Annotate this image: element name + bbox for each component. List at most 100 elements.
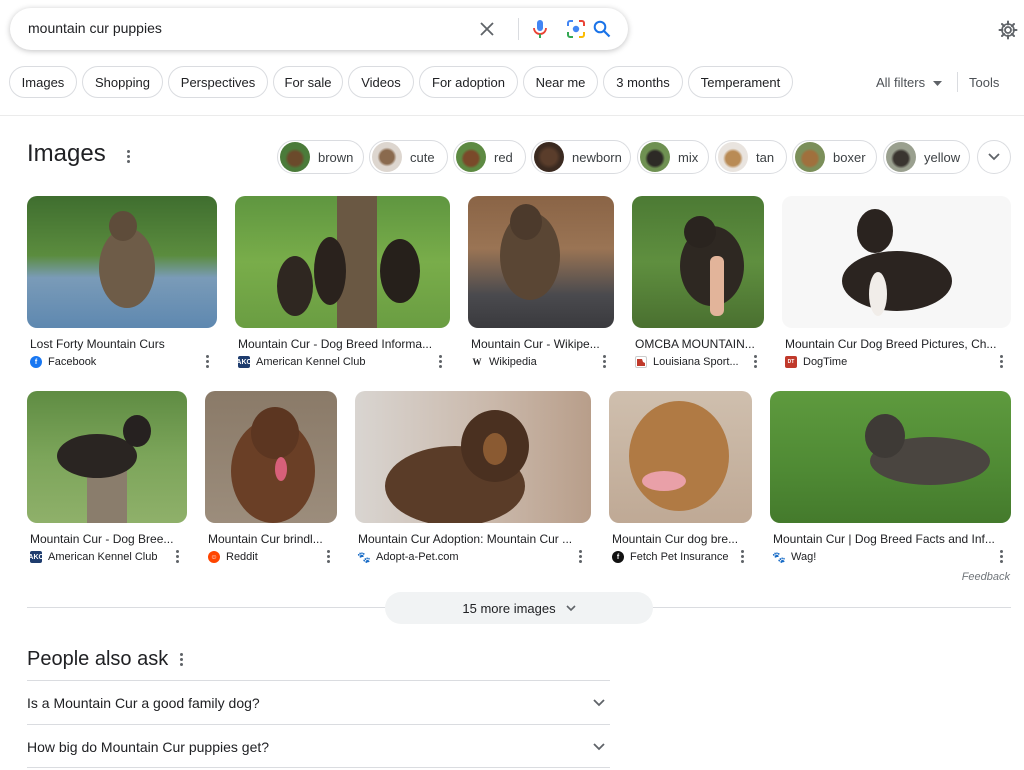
result-more-icon[interactable] (436, 355, 444, 368)
result-image[interactable] (632, 196, 764, 328)
filter-chip-3-months[interactable]: 3 months (603, 66, 683, 98)
result-more-icon[interactable] (173, 550, 181, 563)
result-title[interactable]: Mountain Cur - Dog Breed Informa... (238, 337, 445, 351)
fetch-icon: f (612, 551, 624, 563)
result-source[interactable]: f Fetch Pet Insurance (612, 551, 728, 563)
header-divider (0, 115, 1024, 116)
close-icon[interactable] (475, 17, 499, 41)
result-more-icon[interactable] (576, 550, 584, 563)
result-title[interactable]: Mountain Cur dog bre... (612, 532, 748, 546)
image-result-card[interactable]: Mountain Cur - Dog Breed Informa... AKC … (235, 196, 450, 372)
related-chip-boxer[interactable]: boxer (792, 140, 877, 174)
result-more-icon[interactable] (600, 355, 608, 368)
paa-question-text: How big do Mountain Cur puppies get? (27, 738, 270, 755)
result-title[interactable]: Lost Forty Mountain Curs (30, 337, 210, 351)
images-section-title: Images (27, 140, 106, 167)
result-more-icon[interactable] (997, 355, 1005, 368)
filter-chip-for-adoption[interactable]: For adoption (419, 66, 518, 98)
paa-question[interactable]: How big do Mountain Cur puppies get? (27, 724, 610, 768)
akc-icon: AKC (28, 551, 44, 563)
result-source[interactable]: 🐾 Wag! (772, 551, 817, 564)
result-title[interactable]: Mountain Cur - Wikipe... (471, 337, 609, 351)
feedback-link[interactable]: Feedback (962, 571, 1010, 583)
related-chip-red[interactable]: red (453, 140, 526, 174)
chip-thumbnail (372, 142, 402, 172)
result-image[interactable] (235, 196, 450, 328)
chevron-down-icon (593, 698, 605, 706)
result-source[interactable]: Louisiana Sport... (635, 356, 739, 368)
result-image[interactable] (27, 391, 187, 523)
result-more-icon[interactable] (203, 355, 211, 368)
filter-chip-images[interactable]: Images (9, 66, 77, 98)
result-more-icon[interactable] (324, 550, 332, 563)
lens-icon[interactable] (564, 17, 588, 41)
result-image[interactable] (468, 196, 614, 328)
paa-question-text: Is a Mountain Cur a good family dog? (27, 694, 260, 711)
image-result-card[interactable]: Mountain Cur Adoption: Mountain Cur ... … (355, 391, 591, 567)
related-chip-brown[interactable]: brown (277, 140, 364, 174)
filter-chip-shopping[interactable]: Shopping (82, 66, 163, 98)
search-input[interactable]: mountain cur puppies (28, 20, 162, 36)
image-result-card[interactable]: Mountain Cur - Dog Bree... AKC American … (27, 391, 187, 567)
result-source[interactable]: f Facebook (30, 356, 96, 368)
result-image[interactable] (355, 391, 591, 523)
all-filters-button[interactable]: All filters (876, 75, 943, 90)
search-icon[interactable] (590, 17, 614, 41)
filter-chip-near-me[interactable]: Near me (523, 66, 598, 98)
result-image[interactable] (27, 196, 217, 328)
result-source-label: DogTime (803, 356, 848, 368)
related-chip-yellow[interactable]: yellow (883, 140, 970, 174)
image-result-card[interactable]: Mountain Cur brindl... ☺ Reddit (205, 391, 337, 567)
more-images-button[interactable]: 15 more images (385, 592, 653, 624)
paa-more-icon[interactable] (177, 653, 185, 666)
image-result-card[interactable]: Mountain Cur dog bre... f Fetch Pet Insu… (609, 391, 752, 567)
related-chip-label: cute (410, 149, 435, 165)
related-chip-label: boxer (833, 149, 866, 165)
image-result-card[interactable]: Lost Forty Mountain Curs f Facebook (27, 196, 217, 372)
image-result-card[interactable]: OMCBA MOUNTAIN... Louisiana Sport... (632, 196, 764, 372)
tools-button[interactable]: Tools (969, 75, 999, 90)
result-source-label: Facebook (48, 356, 97, 368)
related-chip-cute[interactable]: cute (369, 140, 448, 174)
result-image[interactable] (782, 196, 1011, 328)
result-image[interactable] (770, 391, 1011, 523)
paa-question[interactable]: Is a Mountain Cur a good family dog? (27, 680, 610, 724)
related-chip-label: yellow (924, 149, 961, 165)
result-title[interactable]: Mountain Cur Adoption: Mountain Cur ... (358, 532, 580, 546)
result-source[interactable]: AKC American Kennel Club (236, 356, 365, 368)
result-title[interactable]: Mountain Cur brindl... (208, 532, 332, 546)
related-chip-newborn[interactable]: newborn (531, 140, 631, 174)
search-box[interactable]: mountain cur puppies (10, 8, 628, 50)
result-title[interactable]: Mountain Cur | Dog Breed Facts and Inf..… (773, 532, 1003, 546)
image-result-card[interactable]: Mountain Cur | Dog Breed Facts and Inf..… (770, 391, 1011, 567)
mic-icon[interactable] (528, 17, 552, 41)
filter-chip-perspectives[interactable]: Perspectives (168, 66, 268, 98)
filter-chip-for-sale[interactable]: For sale (273, 66, 343, 98)
result-source[interactable]: ☺ Reddit (208, 551, 258, 563)
result-title[interactable]: Mountain Cur Dog Breed Pictures, Ch... (785, 337, 1007, 351)
result-source[interactable]: 🐾 Adopt-a-Pet.com (357, 551, 459, 564)
result-more-icon[interactable] (997, 550, 1005, 563)
result-source[interactable]: W Wikipedia (471, 356, 537, 368)
result-title[interactable]: OMCBA MOUNTAIN... (635, 337, 759, 351)
result-source[interactable]: AKC American Kennel Club (28, 551, 157, 563)
gear-icon[interactable] (996, 18, 1020, 42)
related-chip-tan[interactable]: tan (715, 140, 787, 174)
result-source[interactable]: DT DogTime (785, 356, 847, 368)
result-source-label: Fetch Pet Insurance (630, 551, 729, 563)
image-result-card[interactable]: Mountain Cur - Wikipe... W Wikipedia (468, 196, 614, 372)
filter-chip-videos[interactable]: Videos (348, 66, 414, 98)
result-image[interactable] (205, 391, 337, 523)
image-result-card[interactable]: Mountain Cur Dog Breed Pictures, Ch... D… (782, 196, 1011, 372)
result-source-label: Wag! (791, 551, 817, 563)
result-title[interactable]: Mountain Cur - Dog Bree... (30, 532, 183, 546)
more-images-label: 15 more images (462, 600, 556, 616)
result-more-icon[interactable] (751, 355, 759, 368)
more-options-icon[interactable] (123, 148, 133, 164)
related-chip-mix[interactable]: mix (637, 140, 709, 174)
result-more-icon[interactable] (738, 550, 746, 563)
filter-chip-temperament[interactable]: Temperament (688, 66, 793, 98)
expand-related-button[interactable] (977, 140, 1011, 174)
related-chip-label: brown (318, 149, 354, 165)
result-image[interactable] (609, 391, 752, 523)
